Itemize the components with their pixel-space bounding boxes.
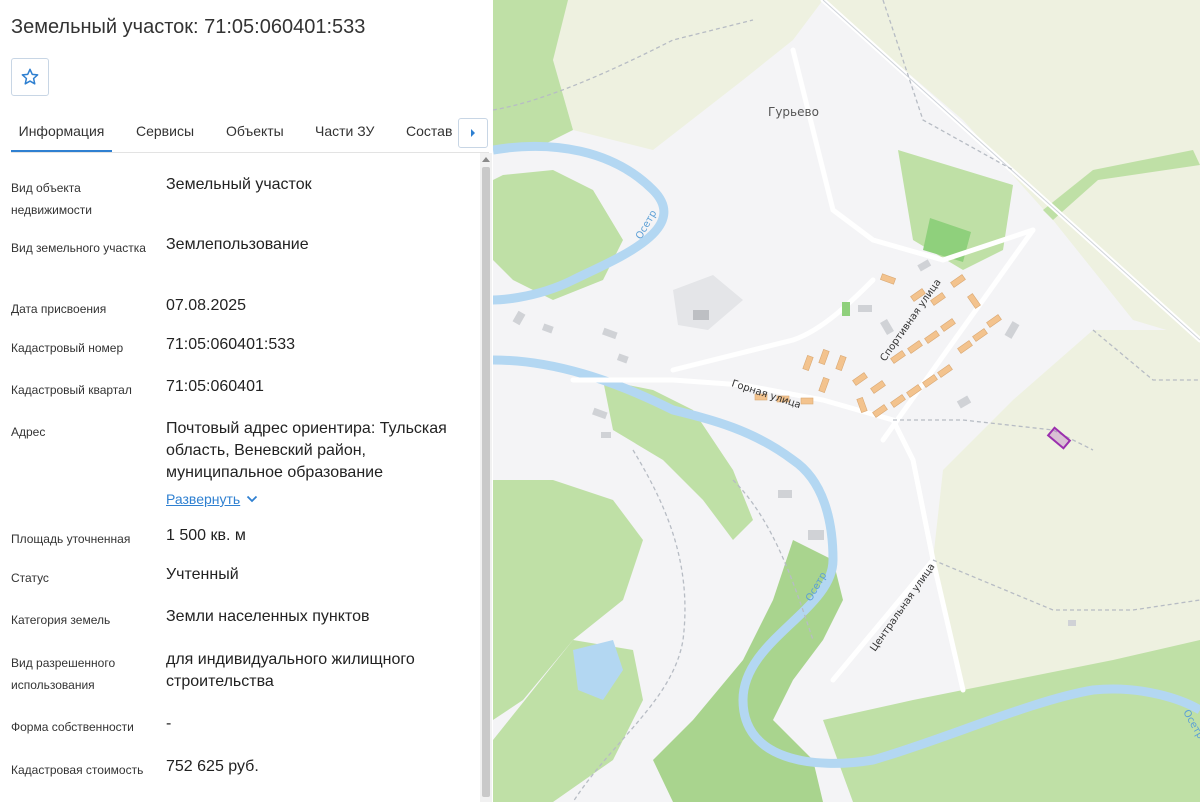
info-label: Вид объекта недвижимости bbox=[11, 181, 92, 217]
info-value: 07.08.2025 bbox=[166, 297, 247, 314]
info-label: Площадь уточненная bbox=[11, 532, 131, 546]
green-patch bbox=[842, 302, 850, 316]
info-value: 71:05:060401 bbox=[166, 378, 264, 395]
info-value: 1 500 кв. м bbox=[166, 527, 246, 544]
map-canvas[interactable]: Гурьево Осетр Осетр Осетр Горная улица С… bbox=[493, 0, 1200, 802]
info-label: Категория земель bbox=[11, 613, 111, 627]
tab-info[interactable]: Информация bbox=[11, 112, 112, 152]
page-title: Земельный участок: 71:05:060401:533 bbox=[11, 16, 366, 38]
info-label: Дата присвоения bbox=[11, 302, 107, 316]
info-value: - bbox=[166, 715, 172, 732]
info-scrollbar[interactable] bbox=[480, 153, 492, 802]
address-text: Почтовый адрес ориентира: Тульская облас… bbox=[166, 420, 447, 481]
scroll-up-arrow[interactable] bbox=[480, 153, 492, 165]
scrollbar-thumb[interactable] bbox=[482, 167, 490, 797]
info-value: Земельный участок bbox=[166, 176, 312, 193]
info-value: Земли населенных пунктов bbox=[166, 608, 370, 625]
info-label: Кадастровый номер bbox=[11, 341, 124, 355]
expand-label: Развернуть bbox=[166, 491, 241, 507]
info-value: Землепользование bbox=[166, 236, 309, 253]
info-label: Статус bbox=[11, 571, 49, 585]
tab-composition[interactable]: Состав bbox=[406, 112, 452, 151]
village-label: Гурьево bbox=[768, 105, 819, 119]
caret-up-icon bbox=[482, 157, 490, 162]
info-label: Вид разрешенного использования bbox=[11, 656, 116, 692]
map-view[interactable]: Гурьево Осетр Осетр Осетр Горная улица С… bbox=[493, 0, 1200, 802]
favorite-button[interactable] bbox=[11, 58, 49, 96]
tab-services[interactable]: Сервисы bbox=[136, 112, 194, 151]
info-label: Кадастровая стоимость bbox=[11, 763, 144, 777]
info-label: Форма собственности bbox=[11, 720, 134, 734]
info-label: Кадастровый квартал bbox=[11, 383, 132, 397]
caret-right-icon bbox=[471, 129, 475, 137]
expand-address-link[interactable]: Развернуть bbox=[166, 488, 258, 510]
info-label: Адрес bbox=[11, 425, 46, 439]
info-value: для индивидуального жилищного строительс… bbox=[166, 651, 415, 690]
info-value: 71:05:060401:533 bbox=[166, 336, 296, 353]
info-value: Учтенный bbox=[166, 566, 239, 583]
chevron-down-icon bbox=[247, 495, 258, 503]
tab-land-parts[interactable]: Части ЗУ bbox=[315, 112, 374, 151]
tab-bar: Информация Сервисы Объекты Части ЗУ Сост… bbox=[11, 112, 489, 153]
tab-objects[interactable]: Объекты bbox=[226, 112, 284, 151]
star-icon bbox=[21, 68, 39, 85]
info-label: Вид земельного участка bbox=[11, 241, 146, 255]
tabs-scroll-right-button[interactable] bbox=[458, 118, 488, 148]
info-value: 752 625 руб. bbox=[166, 758, 259, 775]
info-value-address: Почтовый адрес ориентира: Тульская облас… bbox=[166, 418, 476, 511]
info-panel: Земельный участок: 71:05:060401:533 Инфо… bbox=[0, 0, 493, 802]
